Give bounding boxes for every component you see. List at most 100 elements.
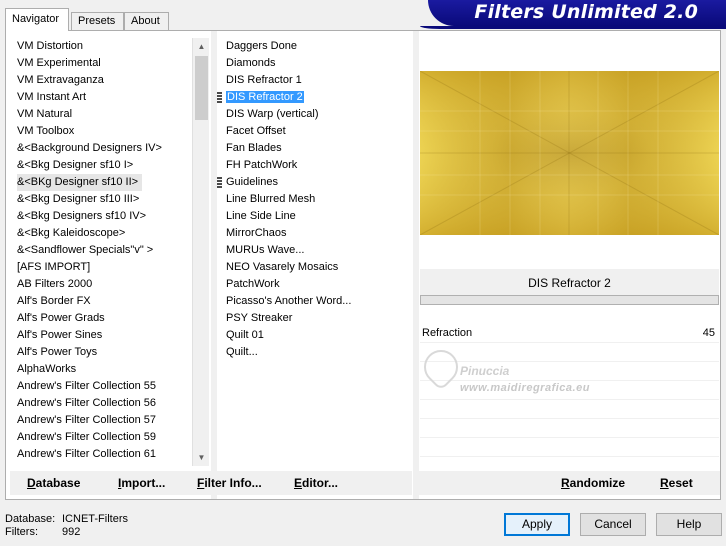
filter-item-label: Quilt 01: [226, 329, 264, 341]
category-scrollbar[interactable]: ▲ ▼: [192, 38, 209, 466]
filter-item[interactable]: Line Side Line: [217, 208, 412, 225]
divider: [420, 380, 719, 381]
main-panel: VM Distortion VM Experimental VM Extravaga…: [5, 30, 721, 500]
filter-item[interactable]: Line Blurred Mesh: [217, 191, 412, 208]
divider: [420, 418, 719, 419]
filter-item[interactable]: Quilt...: [217, 344, 412, 361]
filter-item[interactable]: Guidelines: [217, 174, 412, 191]
divider: [420, 399, 719, 400]
category-item[interactable]: [AFS IMPORT]: [17, 259, 191, 276]
filter-item[interactable]: Fan Blades: [217, 140, 412, 157]
filter-item[interactable]: DIS Refractor 1: [217, 72, 412, 89]
filter-item[interactable]: NEO Vasarely Mosaics: [217, 259, 412, 276]
filter-item[interactable]: Diamonds: [217, 55, 412, 72]
filter-item-label: MURUs Wave...: [226, 244, 305, 256]
randomize-button[interactable]: Randomize: [561, 471, 625, 495]
category-item[interactable]: Alf's Power Sines: [17, 327, 191, 344]
category-item[interactable]: Alf's Border FX: [17, 293, 191, 310]
category-item[interactable]: &<Bkg Kaleidoscope>: [17, 225, 191, 242]
category-item[interactable]: VM Distortion: [17, 38, 191, 55]
banner-title: Filters Unlimited 2.0: [474, 1, 698, 23]
param-refraction[interactable]: Refraction 45: [420, 325, 719, 342]
scroll-down-icon[interactable]: ▼: [193, 449, 210, 466]
progress-bar: [420, 295, 719, 305]
filter-item-label: Daggers Done: [226, 40, 297, 52]
tab-about[interactable]: About: [124, 12, 169, 30]
category-item[interactable]: &<Bkg Designers sf10 IV>: [17, 208, 191, 225]
category-item[interactable]: &<Bkg Designer sf10 III>: [17, 191, 191, 208]
filter-item-label: Picasso's Another Word...: [226, 295, 352, 307]
category-item[interactable]: Andrew's Filter Collection 55: [17, 378, 191, 395]
category-item[interactable]: Andrew's Filter Collection 59: [17, 429, 191, 446]
scroll-thumb[interactable]: [195, 56, 208, 120]
category-item[interactable]: VM Experimental: [17, 55, 191, 72]
banner-underline: [420, 26, 726, 29]
category-item[interactable]: VM Instant Art: [17, 89, 191, 106]
cancel-button[interactable]: Cancel: [580, 513, 646, 536]
filter-item[interactable]: MirrorChaos: [217, 225, 412, 242]
filter-item[interactable]: Daggers Done: [217, 38, 412, 55]
category-item[interactable]: VM Toolbox: [17, 123, 191, 140]
reset-button[interactable]: Reset: [660, 471, 693, 495]
apply-button[interactable]: Apply: [504, 513, 570, 536]
category-item[interactable]: Andrew's Filter Collection 56: [17, 395, 191, 412]
selected-filter-title: DIS Refractor 2: [420, 269, 719, 297]
tab-navigator[interactable]: Navigator: [5, 8, 69, 31]
filter-item[interactable]: PSY Streaker: [217, 310, 412, 327]
category-item[interactable]: Andrew's Filter Collection 61: [17, 446, 191, 463]
category-item[interactable]: &<Bkg Designer sf10 I>: [17, 157, 191, 174]
filter-item[interactable]: MURUs Wave...: [217, 242, 412, 259]
filter-item-label: DIS Refractor 2: [226, 91, 304, 103]
filter-list[interactable]: Daggers Done Diamonds DIS Refractor 1 DIS R…: [217, 38, 412, 466]
category-item[interactable]: AlphaWorks: [17, 361, 191, 378]
category-item[interactable]: &<Background Designers IV>: [17, 140, 191, 157]
filter-info-button[interactable]: Filter Info...: [197, 471, 262, 495]
favorite-marker-icon: [217, 92, 222, 103]
preview-image[interactable]: [420, 71, 719, 235]
filter-item[interactable]: PatchWork: [217, 276, 412, 293]
database-button[interactable]: Database: [27, 471, 80, 495]
filter-item-label: DIS Refractor 1: [226, 74, 302, 86]
param-value: 45: [702, 327, 715, 339]
category-item[interactable]: VM Extravaganza: [17, 72, 191, 89]
filter-item-label: MirrorChaos: [226, 227, 287, 239]
divider: [420, 456, 719, 457]
filter-item-label: Diamonds: [226, 57, 276, 69]
filter-item[interactable]: DIS Refractor 2: [217, 89, 412, 106]
category-item[interactable]: &<BKg Designer sf10 II>: [17, 174, 143, 191]
category-item[interactable]: Alf's Power Grads: [17, 310, 191, 327]
editor-button[interactable]: Editor...: [294, 471, 338, 495]
filter-item[interactable]: Facet Offset: [217, 123, 412, 140]
filter-item-label: PSY Streaker: [226, 312, 293, 324]
param-label: Refraction: [422, 327, 473, 339]
filter-item[interactable]: Picasso's Another Word...: [217, 293, 412, 310]
filter-item-label: Fan Blades: [226, 142, 282, 154]
category-list[interactable]: VM Distortion VM Experimental VM Extravaga…: [16, 38, 191, 466]
filter-item-label: NEO Vasarely Mosaics: [226, 261, 339, 273]
refraction-preview-graphic: [420, 71, 719, 235]
tab-presets[interactable]: Presets: [71, 12, 124, 30]
database-value: ICNET-Filters: [62, 513, 128, 525]
help-button[interactable]: Help: [656, 513, 722, 536]
filter-item[interactable]: FH PatchWork: [217, 157, 412, 174]
import-button[interactable]: Import...: [118, 471, 165, 495]
filters-count: 992: [62, 526, 81, 538]
divider: [420, 437, 719, 438]
scroll-up-icon[interactable]: ▲: [193, 38, 210, 55]
category-item[interactable]: Andrew's Filter Collection 57: [17, 412, 191, 429]
divider: [420, 342, 719, 343]
filter-item-label: DIS Warp (vertical): [226, 108, 319, 120]
filter-item-label: Facet Offset: [226, 125, 286, 137]
filter-item[interactable]: Quilt 01: [217, 327, 412, 344]
category-item[interactable]: &<Sandflower Specials"v" >: [17, 242, 191, 259]
filter-item-label: Quilt...: [226, 346, 258, 358]
preview-toolbar: Randomize Reset: [419, 471, 720, 495]
list-toolbar: Database Import... Filter Info... Editor…: [10, 471, 412, 495]
filter-item[interactable]: DIS Warp (vertical): [217, 106, 412, 123]
filter-item-label: Guidelines: [226, 176, 278, 188]
filter-item-label: Line Side Line: [226, 210, 296, 222]
filter-item-label: Line Blurred Mesh: [226, 193, 316, 205]
category-item[interactable]: Alf's Power Toys: [17, 344, 191, 361]
category-item[interactable]: AB Filters 2000: [17, 276, 191, 293]
category-item[interactable]: VM Natural: [17, 106, 191, 123]
